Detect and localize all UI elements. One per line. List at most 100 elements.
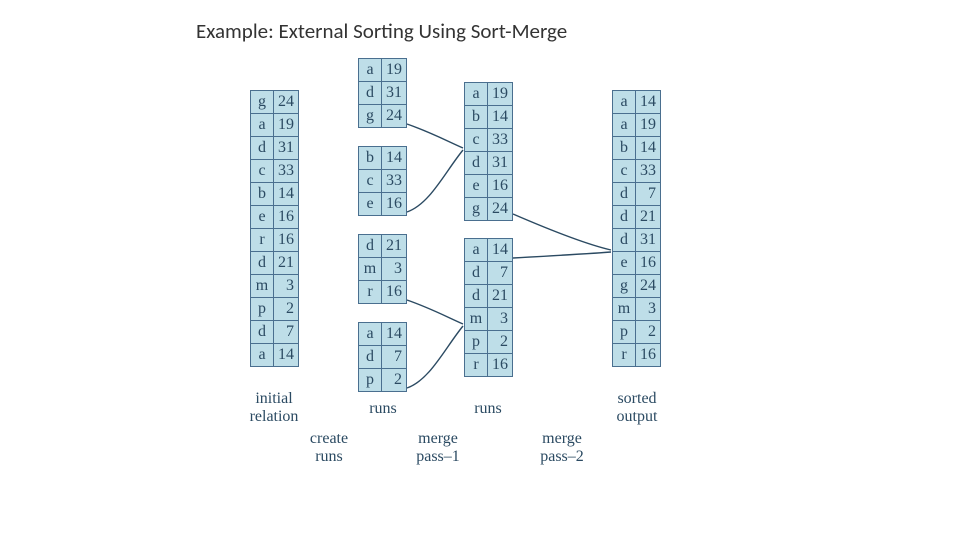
key-cell: a	[613, 91, 636, 113]
key-cell: d	[613, 206, 636, 228]
key-cell: c	[613, 160, 636, 182]
diagram-stage: g24a19d31c33b14e16r16d21m3p2d7a14 a19d31…	[250, 54, 710, 514]
table-row: e16	[251, 205, 298, 228]
value-cell: 31	[488, 152, 512, 174]
key-cell: d	[359, 82, 382, 104]
value-cell: 16	[382, 193, 406, 215]
table-row: a14	[613, 91, 660, 113]
value-cell: 31	[274, 137, 298, 159]
key-cell: d	[465, 262, 488, 284]
key-cell: d	[465, 285, 488, 307]
value-cell: 14	[382, 323, 406, 345]
table-row: c33	[359, 169, 406, 192]
value-cell: 21	[488, 285, 512, 307]
key-cell: d	[613, 229, 636, 251]
table-row: m3	[359, 257, 406, 280]
key-cell: c	[359, 170, 382, 192]
key-cell: d	[251, 137, 274, 159]
value-cell: 24	[636, 275, 660, 297]
run2-1: a14d7d21m3p2r16	[464, 238, 513, 377]
table-row: e16	[465, 174, 512, 197]
value-cell: 2	[382, 369, 406, 391]
table-row: p2	[613, 320, 660, 343]
value-cell: 3	[636, 298, 660, 320]
table-row: a19	[613, 113, 660, 136]
table-row: d21	[251, 251, 298, 274]
table-row: d7	[359, 345, 406, 368]
key-cell: g	[613, 275, 636, 297]
key-cell: g	[465, 198, 488, 220]
key-cell: g	[251, 91, 274, 113]
value-cell: 16	[382, 281, 406, 303]
key-cell: b	[251, 183, 274, 205]
key-cell: e	[359, 193, 382, 215]
table-row: g24	[613, 274, 660, 297]
value-cell: 3	[274, 275, 298, 297]
table-row: p2	[465, 330, 512, 353]
label-merge-pass-2: merge pass–2	[534, 430, 590, 465]
table-row: a19	[465, 83, 512, 105]
label-initial: initial relation	[248, 390, 300, 425]
value-cell: 19	[382, 59, 406, 81]
value-cell: 16	[488, 354, 512, 376]
key-cell: a	[465, 83, 488, 105]
value-cell: 33	[488, 129, 512, 151]
label-runs-2: runs	[468, 400, 508, 418]
value-cell: 14	[636, 91, 660, 113]
value-cell: 14	[636, 137, 660, 159]
key-cell: b	[359, 147, 382, 169]
key-cell: m	[613, 298, 636, 320]
value-cell: 3	[488, 308, 512, 330]
run1-1: b14c33e16	[358, 146, 407, 216]
table-row: b14	[359, 147, 406, 169]
value-cell: 16	[636, 252, 660, 274]
key-cell: b	[613, 137, 636, 159]
key-cell: m	[465, 308, 488, 330]
value-cell: 14	[488, 239, 512, 261]
key-cell: r	[465, 354, 488, 376]
table-row: g24	[359, 104, 406, 127]
value-cell: 7	[274, 321, 298, 343]
value-cell: 31	[636, 229, 660, 251]
value-cell: 24	[382, 105, 406, 127]
value-cell: 19	[488, 83, 512, 105]
table-row: a14	[359, 323, 406, 345]
run2-0: a19b14c33d31e16g24	[464, 82, 513, 221]
key-cell: p	[251, 298, 274, 320]
table-row: c33	[613, 159, 660, 182]
value-cell: 14	[382, 147, 406, 169]
value-cell: 19	[274, 114, 298, 136]
table-row: d31	[613, 228, 660, 251]
label-runs-1: runs	[363, 400, 403, 418]
value-cell: 21	[636, 206, 660, 228]
key-cell: d	[359, 235, 382, 257]
value-cell: 16	[636, 344, 660, 366]
value-cell: 14	[488, 106, 512, 128]
table-row: b14	[251, 182, 298, 205]
table-row: d7	[613, 182, 660, 205]
key-cell: d	[251, 321, 274, 343]
key-cell: a	[251, 114, 274, 136]
key-cell: r	[613, 344, 636, 366]
key-cell: a	[465, 239, 488, 261]
key-cell: r	[359, 281, 382, 303]
value-cell: 33	[382, 170, 406, 192]
key-cell: m	[359, 258, 382, 280]
value-cell: 7	[636, 183, 660, 205]
value-cell: 16	[274, 229, 298, 251]
key-cell: d	[359, 346, 382, 368]
value-cell: 2	[636, 321, 660, 343]
key-cell: a	[359, 323, 382, 345]
key-cell: a	[251, 344, 274, 366]
table-row: d31	[251, 136, 298, 159]
key-cell: p	[359, 369, 382, 391]
table-row: d7	[465, 261, 512, 284]
table-row: a14	[465, 239, 512, 261]
key-cell: e	[465, 175, 488, 197]
table-row: e16	[359, 192, 406, 215]
value-cell: 14	[274, 344, 298, 366]
key-cell: r	[251, 229, 274, 251]
key-cell: a	[613, 114, 636, 136]
table-row: b14	[613, 136, 660, 159]
key-cell: b	[465, 106, 488, 128]
